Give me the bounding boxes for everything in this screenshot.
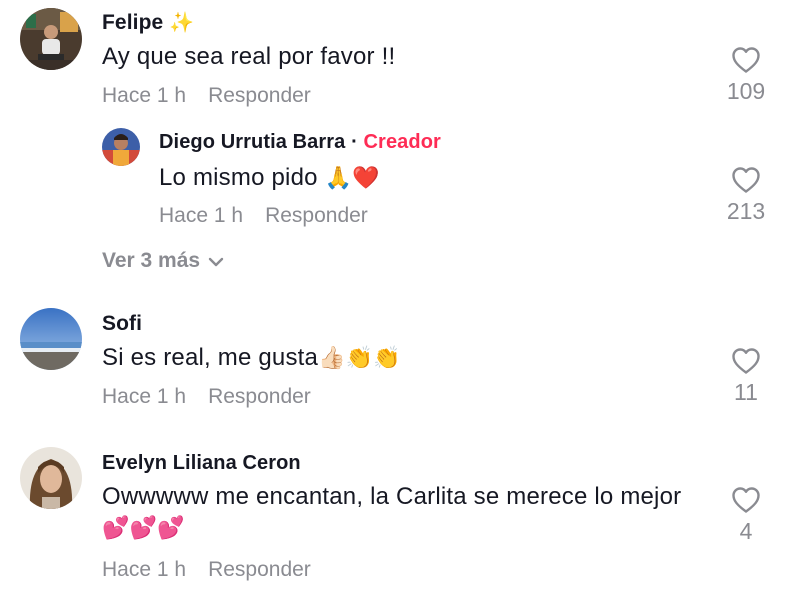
like-button[interactable]: 213	[716, 166, 776, 225]
reply-text: Lo mismo pido 🙏❤️	[159, 164, 380, 192]
avatar[interactable]	[20, 447, 82, 509]
like-count: 109	[726, 78, 766, 104]
avatar[interactable]	[102, 128, 140, 166]
view-more-label[interactable]: Ver 3 más	[102, 249, 200, 272]
comment-text: Owwwww me encantan, la Carlita se merece…	[102, 483, 682, 510]
comment-meta: Hace 1 h Responder	[102, 84, 311, 108]
reply-meta: Hace 1 h Responder	[159, 204, 368, 228]
reply-author[interactable]: Diego Urrutia Barra · Creador	[159, 131, 441, 154]
reply-text-content: Lo mismo pido	[159, 164, 318, 191]
creator-badge: Creador	[363, 131, 441, 153]
timestamp: Hace 1 h	[102, 558, 187, 581]
avatar[interactable]	[20, 8, 82, 70]
comment-emojis: 💕💕💕	[102, 514, 185, 542]
like-button[interactable]: 109	[716, 46, 776, 105]
chevron-down-icon[interactable]	[208, 249, 224, 273]
author-name[interactable]: Diego Urrutia Barra	[159, 131, 345, 153]
author-name[interactable]: Felipe	[102, 11, 163, 34]
timestamp: Hace 1 h	[102, 84, 187, 107]
comment-meta: Hace 1 h Responder	[102, 558, 311, 582]
author-name[interactable]: Sofi	[102, 312, 142, 335]
emoji-content: 👍🏻👏👏	[318, 346, 401, 371]
heart-outline-icon[interactable]	[731, 486, 761, 514]
like-count: 4	[739, 518, 753, 544]
comment-text: Si es real, me gusta👍🏻👏👏	[102, 344, 401, 372]
like-count: 213	[726, 198, 766, 224]
reply-button[interactable]: Responder	[208, 84, 311, 107]
comment-text-content: Si es real, me gusta	[102, 344, 319, 371]
comment-author[interactable]: Evelyn Liliana Ceron	[102, 452, 301, 475]
heart-outline-icon[interactable]	[731, 46, 761, 74]
heart-outline-icon[interactable]	[731, 347, 761, 375]
like-button[interactable]: 11	[716, 347, 776, 406]
timestamp: Hace 1 h	[102, 385, 187, 408]
reply-button[interactable]: Responder	[208, 385, 311, 408]
avatar[interactable]	[20, 308, 82, 370]
author-name[interactable]: Evelyn Liliana Ceron	[102, 452, 301, 474]
comment-meta: Hace 1 h Responder	[102, 385, 311, 409]
comment-text: Ay que sea real por favor !!	[102, 43, 396, 70]
emoji-content: 🙏❤️	[324, 166, 380, 191]
view-more-replies[interactable]: Ver 3 más	[102, 249, 224, 273]
reply-button[interactable]: Responder	[265, 204, 368, 227]
emoji-content: 💕💕💕	[102, 516, 185, 541]
comment-author[interactable]: Felipe ✨	[102, 10, 194, 35]
like-count: 11	[734, 379, 758, 405]
sparkle-badge-icon: ✨	[169, 12, 195, 34]
reply-button[interactable]: Responder	[208, 558, 311, 581]
like-button[interactable]: 4	[716, 486, 776, 545]
separator: ·	[351, 131, 358, 153]
comment-author[interactable]: Sofi	[102, 312, 142, 336]
timestamp: Hace 1 h	[159, 204, 244, 227]
heart-outline-icon[interactable]	[731, 166, 761, 194]
